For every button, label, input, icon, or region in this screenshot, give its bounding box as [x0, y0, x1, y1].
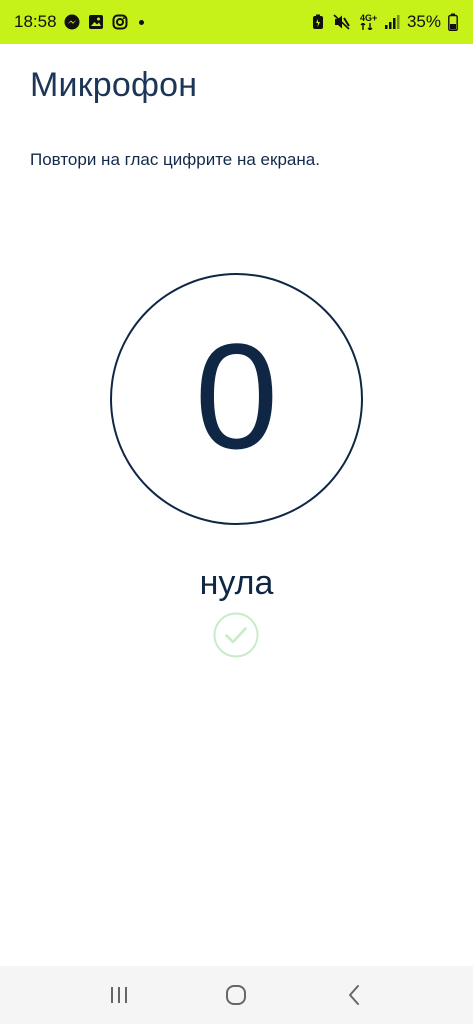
check-icon: [213, 612, 259, 658]
battery-icon: [447, 13, 459, 31]
instagram-icon: [111, 13, 129, 31]
mute-icon: [333, 13, 351, 31]
status-time: 18:58: [14, 12, 57, 31]
status-bar-right: 4G+ 35%: [309, 12, 459, 32]
status-bar-left: 18:58: [14, 12, 144, 32]
battery-percentage: 35%: [406, 12, 441, 31]
signal-icon: [383, 13, 401, 31]
back-icon[interactable]: [334, 975, 374, 1015]
notification-dot-icon: [138, 19, 144, 25]
messenger-icon: [63, 13, 81, 31]
recent-apps-icon[interactable]: [99, 975, 139, 1015]
battery-saver-icon: [309, 13, 327, 31]
instruction-text: Повтори на глас цифрите на екрана.: [30, 150, 320, 169]
status-bar: 18:58 4G+ 35%: [0, 0, 473, 44]
gallery-icon: [87, 13, 105, 31]
digit-circle: 0: [110, 273, 363, 525]
network-icon: 4G+: [357, 13, 377, 31]
home-icon[interactable]: [216, 975, 256, 1015]
digit-display: 0: [194, 312, 279, 480]
navigation-bar: [0, 966, 473, 1024]
digit-word: нула: [199, 564, 274, 602]
page-title: Микрофон: [30, 66, 198, 104]
